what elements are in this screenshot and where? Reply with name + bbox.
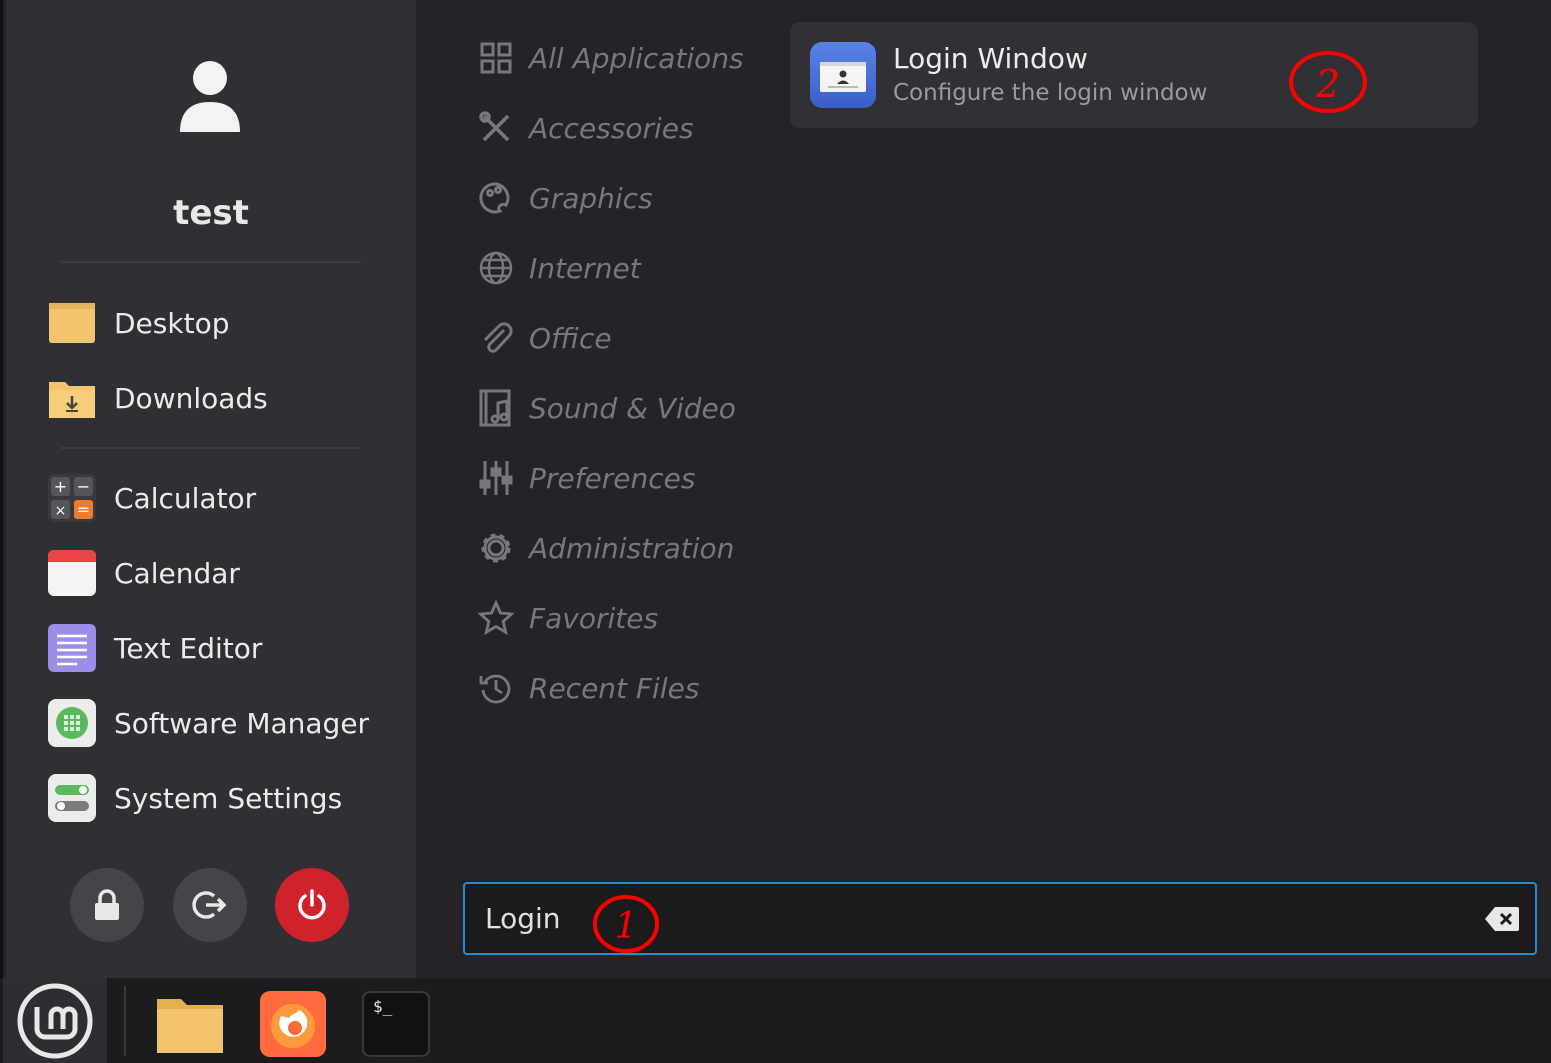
history-icon [477,669,515,707]
taskbar-separator [124,986,126,1056]
category-favorites[interactable]: Favorites [477,593,777,643]
svg-text:×: × [55,503,67,519]
category-all-applications[interactable]: All Applications [477,33,777,83]
favorite-system-settings[interactable]: System Settings [46,768,396,828]
text-editor-icon [46,622,98,674]
favorite-calendar[interactable]: Calendar [46,543,396,603]
category-recent-files[interactable]: Recent Files [477,663,777,713]
category-label: Preferences [529,461,696,495]
annotation-marker-2: 2 [1287,48,1369,116]
category-internet[interactable]: Internet [477,243,777,293]
menu-sidebar: test Desktop Downloads + − × = Calculator [6,0,416,978]
favorite-label: Text Editor [114,631,263,665]
annotation-marker-1: 1 [591,893,661,955]
category-label: Recent Files [529,671,700,705]
category-graphics[interactable]: Graphics [477,173,777,223]
place-downloads[interactable]: Downloads [46,368,396,428]
category-label: Office [529,321,612,355]
category-label: All Applications [529,41,744,75]
linux-mint-logo-icon [17,983,93,1058]
firefox-icon [260,991,326,1057]
terminal-prompt: $_ [373,997,393,1016]
palette-icon [477,179,515,217]
favorite-text-editor[interactable]: Text Editor [46,618,396,678]
paperclip-icon [477,319,515,357]
logout-icon [192,891,227,919]
star-icon [477,599,515,637]
lock-icon [95,889,119,920]
tools-icon [477,109,515,147]
annotation-number: 2 [1315,62,1340,106]
favorite-label: Calculator [114,481,257,515]
separator [61,261,361,263]
application-menu: test Desktop Downloads + − × = Calculator [0,0,1551,978]
category-preferences[interactable]: Preferences [477,453,777,503]
folder-icon [46,297,98,349]
category-accessories[interactable]: Accessories [477,103,777,153]
favorite-label: Calendar [114,556,240,590]
place-label: Downloads [114,381,268,415]
place-label: Desktop [114,306,230,340]
taskbar-firefox[interactable] [258,990,328,1058]
favorite-label: Software Manager [114,706,370,740]
clear-search-icon[interactable] [1485,906,1519,932]
svg-text:+: + [54,477,67,496]
gear-icon [477,529,515,567]
favorite-software-manager[interactable]: Software Manager [46,693,396,753]
folder-download-icon [46,372,98,424]
separator [61,447,361,449]
category-label: Sound & Video [529,391,736,425]
favorite-calculator[interactable]: + − × = Calculator [46,468,396,528]
grid-icon [477,39,515,77]
power-icon [298,889,326,920]
category-label: Graphics [529,181,653,215]
globe-icon [477,249,515,287]
system-settings-icon [46,772,98,824]
category-label: Favorites [529,601,659,635]
calendar-icon [46,547,98,599]
lock-screen-button[interactable] [70,868,144,942]
place-desktop[interactable]: Desktop [46,293,396,353]
software-manager-icon [46,697,98,749]
taskbar-files[interactable] [155,990,225,1058]
menu-button[interactable] [3,978,107,1063]
category-label: Internet [529,251,641,285]
calculator-icon: + − × = [46,472,98,524]
category-administration[interactable]: Administration [477,523,777,573]
category-label: Accessories [529,111,694,145]
result-description: Configure the login window [893,80,1208,106]
favorite-label: System Settings [114,781,343,815]
svg-text:−: − [77,477,90,496]
taskbar: $_ [0,978,1551,1063]
user-avatar-icon[interactable] [178,60,242,134]
shutdown-button[interactable] [275,868,349,942]
taskbar-terminal[interactable]: $_ [361,990,431,1058]
login-window-icon [810,42,876,108]
category-sound-video[interactable]: Sound & Video [477,383,777,433]
category-office[interactable]: Office [477,313,777,363]
annotation-number: 1 [615,906,638,947]
film-music-icon [477,389,515,427]
category-label: Administration [529,531,735,565]
terminal-icon: $_ [362,991,430,1057]
sliders-icon [477,459,515,497]
svg-text:=: = [77,500,90,519]
search-result-login-window[interactable]: Login Window Configure the login window [790,22,1478,128]
result-title: Login Window [893,42,1088,75]
files-icon [157,999,223,1053]
user-name: test [173,193,249,233]
logout-button[interactable] [173,868,247,942]
